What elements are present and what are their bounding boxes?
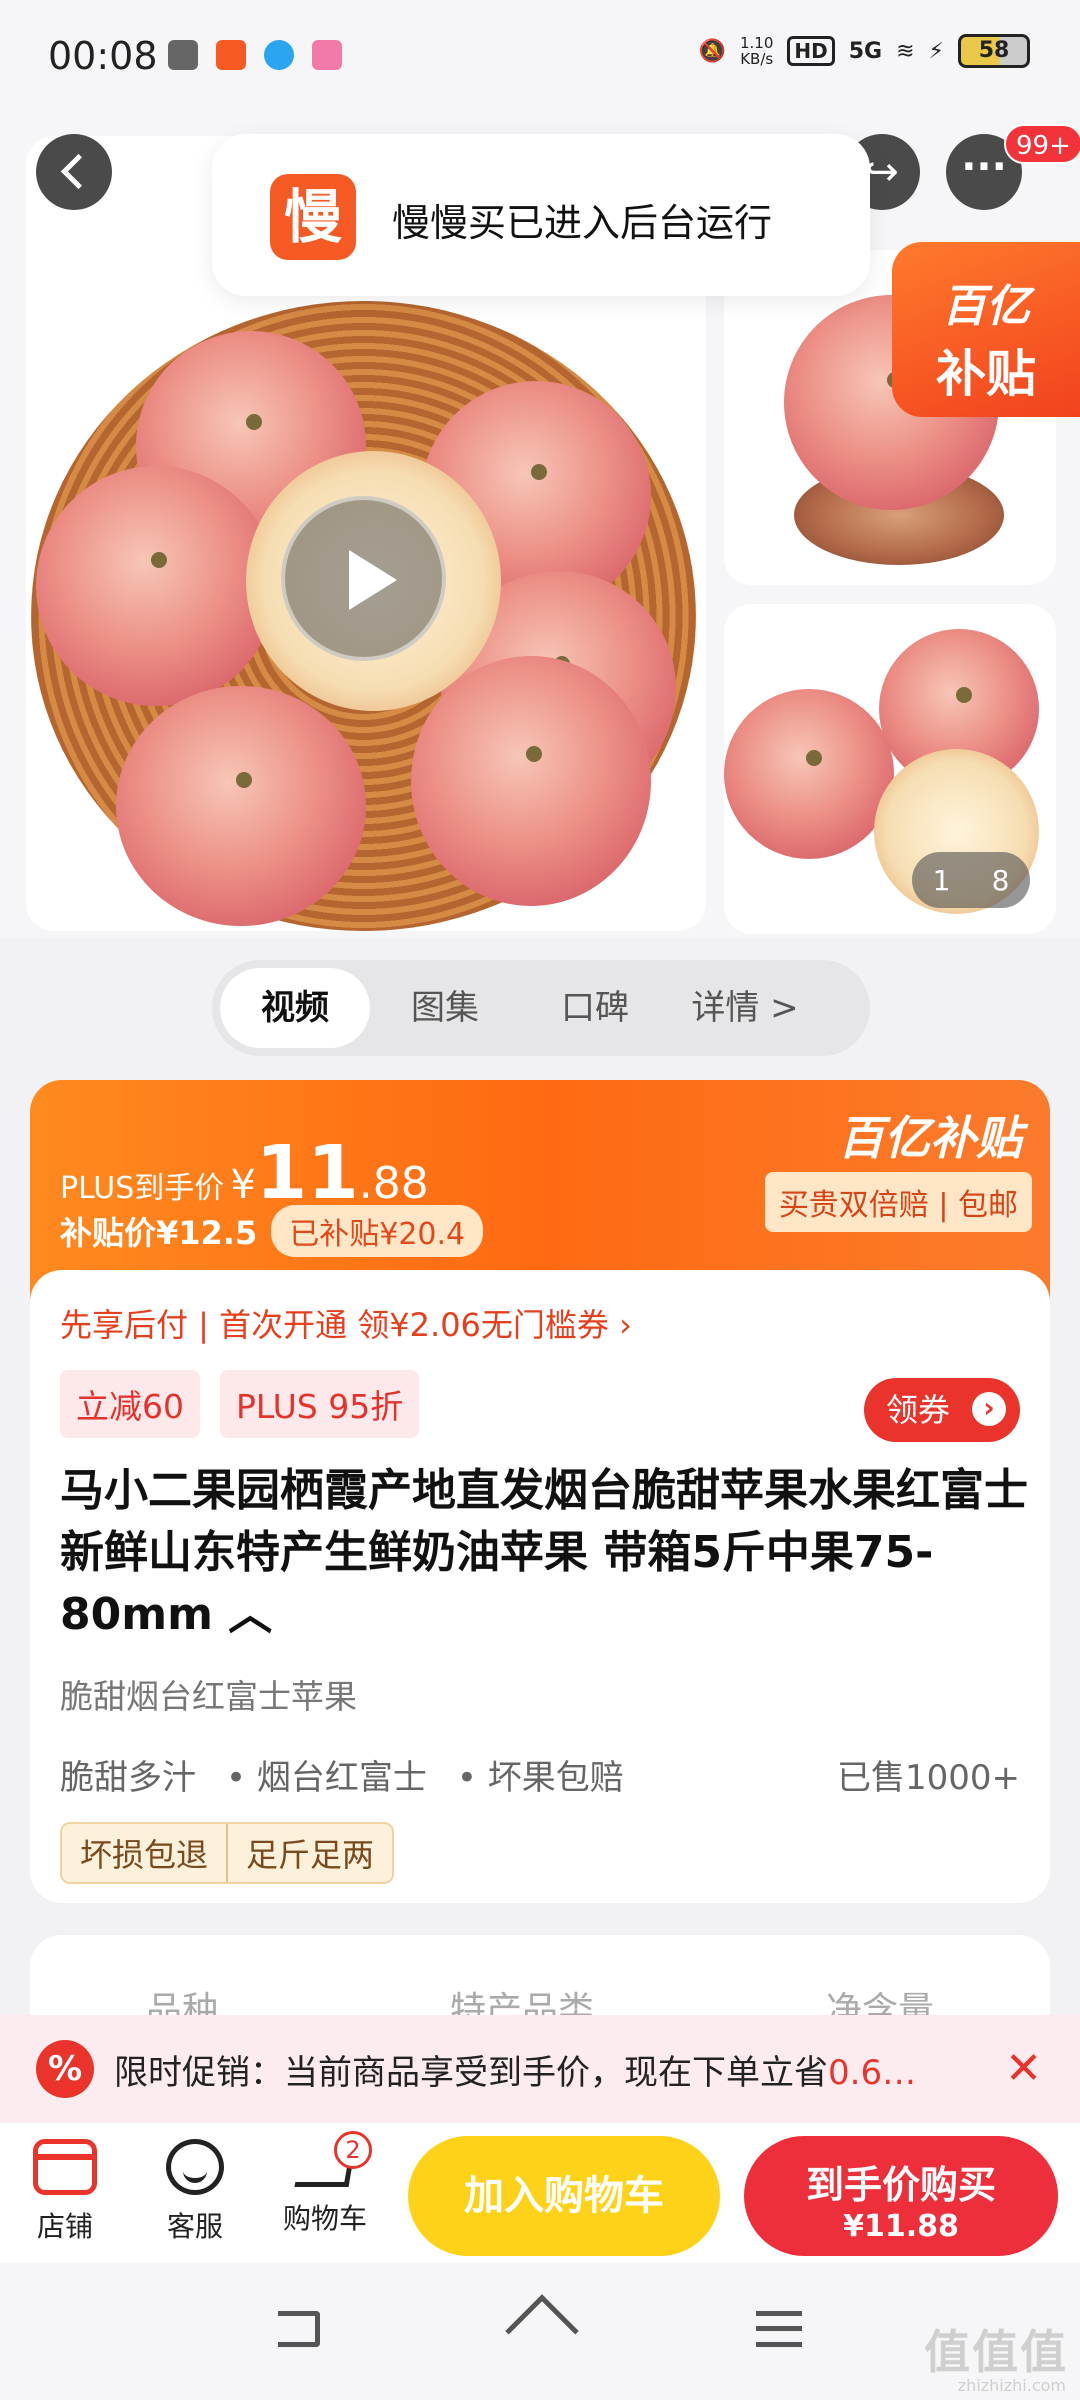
qq-app-icon	[264, 40, 294, 70]
limited-promo-banner[interactable]: % 限时促销：当前商品享受到手价，现在下单立省0.6… ✕	[0, 2015, 1080, 2123]
back-button[interactable]	[36, 134, 112, 210]
share-icon: ↪	[865, 149, 899, 195]
service-tag: 坏损包退	[80, 1836, 209, 1874]
mute-icon: 🔕	[698, 38, 726, 64]
status-time: 00:08	[48, 34, 158, 78]
store-icon	[33, 2139, 97, 2195]
close-icon[interactable]: ✕	[1005, 2043, 1042, 2094]
plus-price: PLUS到手价 ¥ 11 .88	[60, 1130, 429, 1216]
cart-count-badge: 2	[334, 2131, 372, 2169]
add-to-cart-button[interactable]: 加入购物车	[408, 2136, 720, 2256]
billion-subsidy-logo[interactable]: 百亿补贴	[838, 1102, 1022, 1168]
image-counter: 1 8	[912, 852, 1030, 908]
more-dots-icon: ···	[961, 144, 1007, 190]
feature-item: • 坏果包赔	[456, 1758, 624, 1798]
tab-reviews[interactable]: 口碑	[520, 968, 670, 1048]
feature-item: 脆甜多汁	[60, 1758, 196, 1798]
sold-count: 已售1000+	[836, 1758, 1020, 1798]
customer-service-button[interactable]: 客服	[140, 2139, 250, 2245]
background-run-toast: 慢 慢慢买已进入后台运行	[212, 134, 870, 296]
customer-service-icon	[166, 2139, 224, 2195]
percent-icon: %	[36, 2040, 94, 2098]
media-tabs: 视频 图集 口碑 详情 >	[212, 960, 870, 1056]
store-button[interactable]: 店铺	[10, 2139, 120, 2245]
message-count-badge: 99+	[1004, 124, 1080, 164]
signal-5g-icon: 5G	[848, 38, 883, 64]
claim-coupon-button[interactable]: 领券	[864, 1378, 1020, 1442]
subsidy-amount-badge: 已补贴¥20.4	[271, 1205, 484, 1257]
feature-item: • 烟台红富士	[226, 1758, 427, 1798]
promo-badges: 立减60 PLUS 95折	[60, 1370, 420, 1438]
battery-indicator: 58	[958, 34, 1030, 68]
subsidy-price: 补贴价¥12.5	[60, 1214, 258, 1252]
tab-gallery[interactable]: 图集	[370, 968, 520, 1048]
play-video-button[interactable]	[281, 496, 446, 661]
service-tag: 足斤足两	[226, 1824, 392, 1882]
guarantee-tag: 买贵双倍赔 | 包邮	[764, 1172, 1032, 1232]
charging-icon: ⚡	[928, 38, 944, 64]
apple-image	[411, 656, 651, 906]
network-speed: 1.10 KB/s	[739, 34, 774, 68]
apple-image	[724, 689, 894, 859]
hd-badge: HD	[787, 36, 835, 66]
wifi-icon: ≋	[896, 38, 915, 64]
manmanmai-app-icon	[216, 40, 246, 70]
manmanmai-logo-icon: 慢	[270, 174, 356, 260]
product-detail-card: 先享后付 | 首次开通 领¥2.06无门槛券 › 立减60 PLUS 95折 领…	[30, 1270, 1050, 1903]
toast-message: 慢慢买已进入后台运行	[392, 201, 773, 245]
product-subtitle: 脆甜烟台红富士苹果	[60, 1677, 357, 1716]
app-notification-icon	[312, 40, 342, 70]
system-nav-bar	[0, 2263, 1080, 2400]
watermark-url: zhizhizhi.com	[957, 2376, 1066, 2395]
service-tags[interactable]: 坏损包退 足斤足两	[60, 1822, 395, 1884]
tab-details[interactable]: 详情 >	[670, 968, 820, 1048]
discount-badge: 立减60	[60, 1370, 200, 1438]
nav-back-icon[interactable]	[278, 2311, 320, 2347]
nav-home-icon[interactable]	[505, 2294, 579, 2368]
bottom-action-bar: 店铺 客服 购物车 2 加入购物车 到手价购买 ¥11.88	[0, 2123, 1080, 2263]
watermark: 值值值	[924, 2325, 1068, 2379]
buy-now-button[interactable]: 到手价购买 ¥11.88	[744, 2136, 1058, 2256]
apple-image	[36, 466, 276, 706]
tab-video[interactable]: 视频	[220, 968, 370, 1048]
status-indicators: 🔕 1.10 KB/s HD 5G ≋ ⚡ 58	[699, 34, 1030, 68]
nav-menu-icon[interactable]	[756, 2311, 802, 2347]
status-app-icons	[168, 40, 342, 70]
gallery-app-icon	[168, 40, 198, 70]
plus-discount-badge: PLUS 95折	[220, 1370, 420, 1438]
status-bar: 00:08 🔕 1.10 KB/s HD 5G ≋ ⚡ 58	[0, 0, 1080, 118]
pay-later-offer[interactable]: 先享后付 | 首次开通 领¥2.06无门槛券 ›	[60, 1300, 632, 1346]
promo-text: 限时促销：当前商品享受到手价，现在下单立省0.6…	[114, 2052, 917, 2093]
subsidy-price-row: 补贴价¥12.5 已补贴¥20.4	[60, 1205, 484, 1257]
apple-image	[116, 686, 366, 926]
product-title[interactable]: 马小二果园栖霞产地直发烟台脆甜苹果水果红富士新鲜山东特产生鲜奶油苹果 带箱5斤中…	[60, 1460, 1030, 1646]
feature-row: 脆甜多汁 • 烟台红富士 • 坏果包赔 已售1000+	[60, 1750, 1020, 1799]
billion-subsidy-badge: 百亿 补贴	[892, 242, 1080, 417]
